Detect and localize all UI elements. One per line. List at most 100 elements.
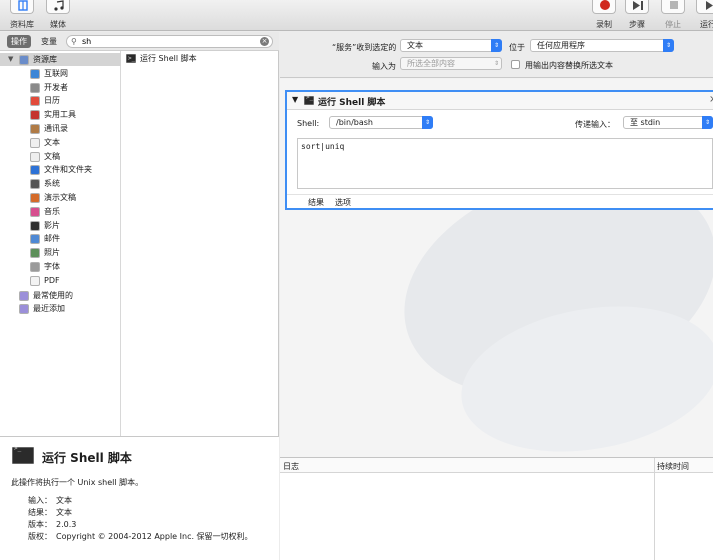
category-icon bbox=[30, 96, 40, 107]
library-item[interactable]: 最常使用的 bbox=[0, 289, 121, 302]
description-input: 输入： 文本 bbox=[28, 496, 72, 505]
category-icon bbox=[19, 290, 29, 301]
tab-options[interactable]: 选项 bbox=[335, 197, 351, 208]
chevron-updown-icon: ⇕ bbox=[702, 116, 713, 129]
library-item-label: 通讯录 bbox=[44, 124, 68, 133]
replace-selection-label: 用输出内容替换所选文本 bbox=[525, 61, 613, 70]
pass-input-select[interactable]: 至 stdin ⇕ bbox=[623, 116, 713, 129]
service-input-select[interactable]: 文本 ⇕ bbox=[400, 39, 502, 52]
action-description: 运行 Shell 脚本 此操作将执行一个 Unix shell 脚本。 输入：文… bbox=[0, 436, 279, 560]
chevron-updown-icon: ⇕ bbox=[493, 60, 500, 67]
library-item-label: 日历 bbox=[44, 96, 60, 106]
column-divider[interactable] bbox=[654, 458, 655, 560]
workflow-canvas: ▼ 运行 Shell 脚本 × Shell: /bin/bash⇕ 传递输入： … bbox=[280, 79, 713, 471]
workflow-pane: “服务”收到选定的 文本 ⇕ 位于 任何应用程序 ⇕ 输入为 所选全部内容 ⇕ 用输出… bbox=[280, 32, 713, 560]
stop-button[interactable]: 停止 bbox=[653, 0, 693, 31]
library-list: ▼ 资源库互联网开发者日历实用工具通讯录文本文稿 文件和文件夹 系统演示文稿音乐影片邮… bbox=[0, 51, 121, 436]
library-item[interactable]: 开发者 bbox=[0, 81, 121, 94]
tab-results[interactable]: 结果 bbox=[308, 197, 324, 208]
library-item-label: 演示文稿 bbox=[44, 193, 76, 202]
library-item-label: 音乐 bbox=[44, 206, 60, 216]
library-item[interactable]: 系统 bbox=[0, 177, 121, 190]
step-label: 步骤 bbox=[629, 20, 645, 29]
library-item[interactable]: 音乐 bbox=[0, 205, 121, 218]
library-item[interactable]: 影片 bbox=[0, 219, 121, 232]
terminal-icon bbox=[12, 445, 34, 464]
chevron-updown-icon: ⇕ bbox=[422, 116, 433, 129]
action-footer: 结果 选项 bbox=[287, 194, 713, 208]
description-result: 结果： 文本 bbox=[28, 508, 72, 517]
pass-input-label: 传递输入： bbox=[575, 120, 615, 129]
category-icon bbox=[30, 137, 40, 148]
action-item-label: 运行 Shell 脚本 bbox=[140, 54, 197, 63]
library-button[interactable]: 资料库 bbox=[2, 0, 42, 31]
chevron-updown-icon: ⇕ bbox=[491, 39, 502, 52]
close-icon[interactable]: × bbox=[709, 94, 713, 105]
tab-variables[interactable]: 变量 bbox=[37, 35, 61, 48]
input-type-select[interactable]: 所选全部内容 ⇕ bbox=[400, 57, 502, 70]
run-shell-script-action[interactable]: ▼ 运行 Shell 脚本 × Shell: /bin/bash⇕ 传递输入： … bbox=[285, 90, 713, 210]
category-icon bbox=[30, 165, 40, 176]
tab-actions[interactable]: 操作 bbox=[7, 35, 31, 48]
library-item-label: 邮件 bbox=[44, 234, 60, 244]
library-item[interactable]: 互联网 bbox=[0, 67, 121, 80]
library-item[interactable]: PDF bbox=[0, 274, 121, 287]
library-item[interactable]: 字体 bbox=[0, 260, 121, 273]
category-icon bbox=[30, 262, 40, 272]
library-item-label: 照片 bbox=[44, 248, 60, 258]
library-item-label: 开发者 bbox=[44, 82, 68, 92]
play-icon bbox=[696, 0, 713, 14]
library-item[interactable]: 文本 bbox=[0, 136, 121, 149]
category-icon bbox=[30, 234, 40, 245]
duration-column-title: 持续时间 bbox=[657, 462, 689, 471]
chevron-updown-icon: ⇕ bbox=[663, 39, 674, 52]
disclosure-triangle-icon[interactable]: ▼ bbox=[8, 53, 13, 66]
shell-select[interactable]: /bin/bash ⇕ bbox=[329, 116, 433, 129]
terminal-icon bbox=[304, 94, 314, 105]
action-title: 运行 Shell 脚本 bbox=[318, 98, 386, 108]
category-icon bbox=[30, 206, 40, 217]
search-field[interactable]: ⚲ × bbox=[66, 35, 273, 48]
description-version: 版本： 2.0.3 bbox=[28, 520, 77, 529]
library-item[interactable]: 实用工具 bbox=[0, 108, 121, 121]
clear-search-icon[interactable]: × bbox=[260, 37, 269, 46]
library-root[interactable]: ▼ 资源库 bbox=[0, 53, 121, 66]
description-copyright: 版权： Copyright © 2004-2012 Apple Inc. 保留一切… bbox=[28, 532, 253, 541]
run-label: 运行 bbox=[700, 20, 713, 29]
search-input[interactable] bbox=[82, 36, 252, 47]
library-item[interactable]: 邮件 bbox=[0, 232, 121, 245]
category-icon bbox=[30, 151, 40, 162]
action-item-run-shell[interactable]: 运行 Shell 脚本 bbox=[121, 52, 279, 65]
library-item[interactable]: 文件和文件夹 bbox=[0, 163, 121, 176]
library-item-label: 互联网 bbox=[44, 68, 68, 78]
library-label: 资料库 bbox=[10, 20, 34, 29]
library-item[interactable]: 日历 bbox=[0, 94, 121, 107]
record-icon bbox=[592, 0, 616, 14]
library-item[interactable]: 照片 bbox=[0, 246, 121, 259]
run-button[interactable]: 运行 bbox=[688, 0, 713, 31]
library-item[interactable]: 文稿 bbox=[0, 150, 121, 163]
category-icon bbox=[30, 179, 40, 190]
library-item-label: 文本 bbox=[44, 137, 60, 147]
toolbar: 资料库 媒体 录制 步骤 停止 运行 bbox=[0, 0, 713, 31]
library-item-label: 最常使用的 bbox=[33, 290, 73, 300]
description-text: 此操作将执行一个 Unix shell 脚本。 bbox=[11, 478, 144, 487]
step-button[interactable]: 步骤 bbox=[617, 0, 657, 31]
disclosure-triangle-icon[interactable]: ▼ bbox=[292, 95, 298, 104]
script-text[interactable]: sort|uniq bbox=[301, 142, 344, 151]
library-icon bbox=[10, 0, 34, 14]
library-item[interactable]: 最近添加 bbox=[0, 302, 121, 315]
action-list: 运行 Shell 脚本 bbox=[121, 51, 279, 436]
search-icon: ⚲ bbox=[71, 37, 77, 46]
library-item[interactable]: 演示文稿 bbox=[0, 191, 121, 204]
replace-selection-checkbox[interactable] bbox=[511, 60, 520, 69]
category-icon bbox=[30, 68, 40, 79]
application-select[interactable]: 任何应用程序 ⇕ bbox=[530, 39, 674, 52]
log-header: 日志 持续时间 bbox=[280, 458, 713, 473]
media-button[interactable]: 媒体 bbox=[38, 0, 78, 31]
script-editor[interactable]: sort|uniq bbox=[297, 138, 713, 189]
terminal-icon bbox=[126, 52, 136, 65]
library-item[interactable]: 通讯录 bbox=[0, 122, 121, 135]
stop-icon bbox=[661, 0, 685, 14]
library-item-label: PDF bbox=[44, 275, 60, 285]
